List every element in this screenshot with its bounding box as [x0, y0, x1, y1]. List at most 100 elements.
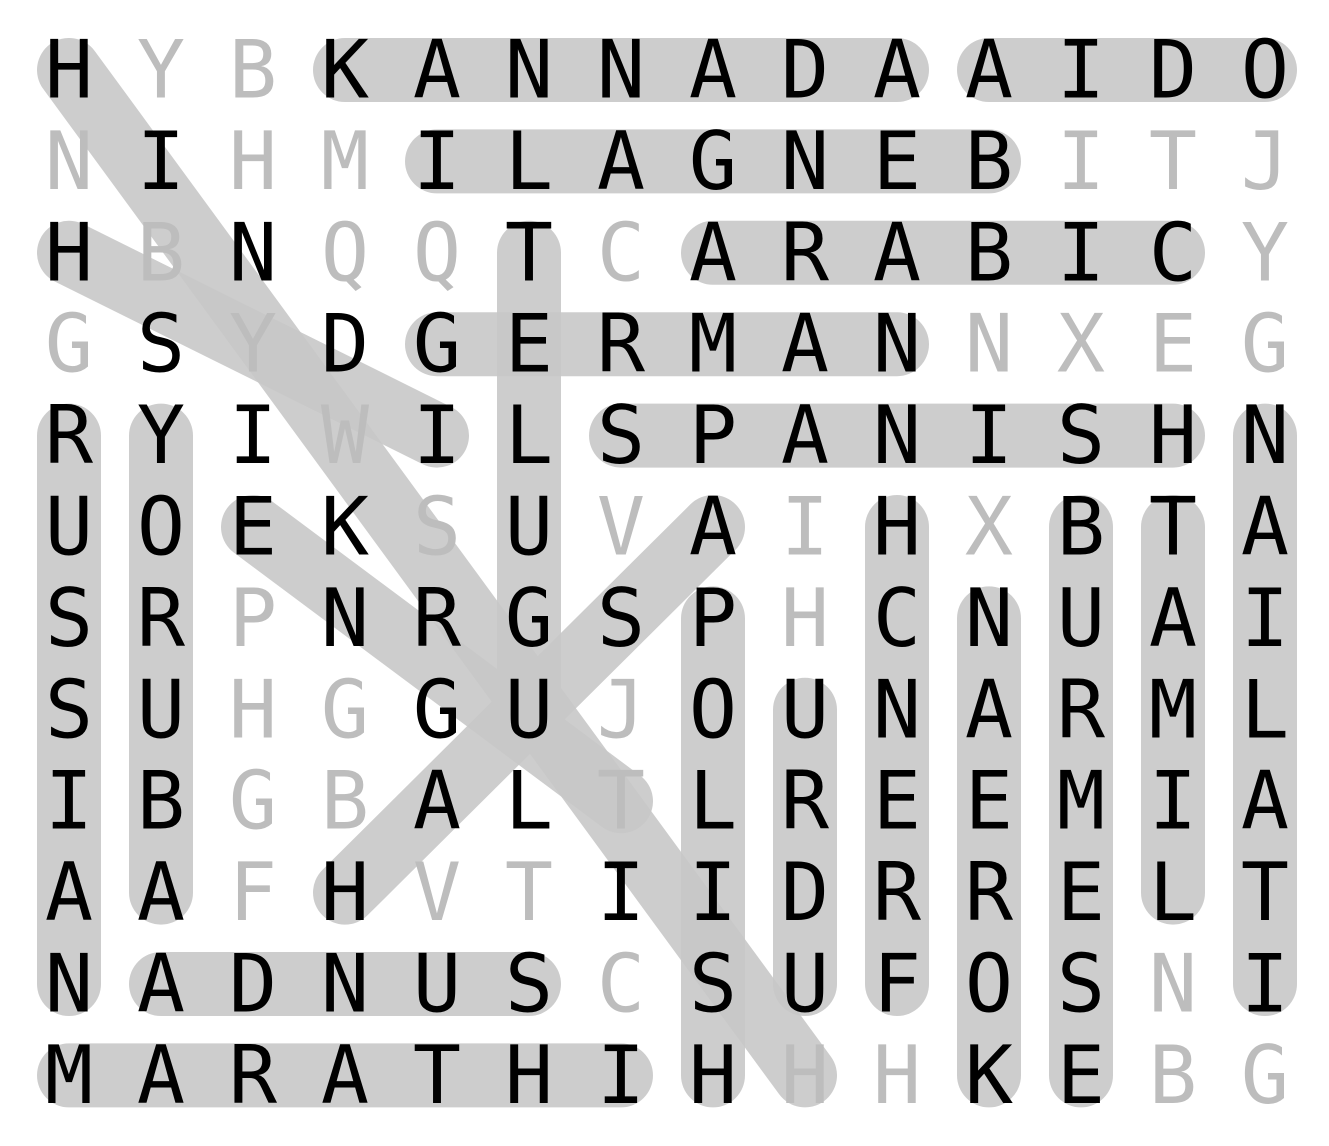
- grid-cell[interactable]: H: [1149, 389, 1197, 482]
- grid-cell[interactable]: Y: [229, 298, 277, 391]
- grid-cell[interactable]: I: [45, 755, 93, 848]
- grid-cell[interactable]: A: [1241, 755, 1289, 848]
- grid-cell[interactable]: T: [1149, 115, 1197, 208]
- grid-cell[interactable]: E: [1057, 1029, 1105, 1122]
- grid-cell[interactable]: H: [321, 846, 369, 939]
- grid-cell[interactable]: S: [689, 938, 737, 1031]
- grid-cell[interactable]: B: [321, 755, 369, 848]
- grid-cell[interactable]: A: [965, 663, 1013, 756]
- grid-cell[interactable]: M: [45, 1029, 93, 1122]
- grid-cell[interactable]: U: [413, 938, 461, 1031]
- grid-cell[interactable]: X: [965, 481, 1013, 574]
- grid-cell[interactable]: A: [689, 24, 737, 117]
- grid-cell[interactable]: S: [1057, 389, 1105, 482]
- grid-cell[interactable]: O: [689, 663, 737, 756]
- grid-cell[interactable]: H: [505, 1029, 553, 1122]
- grid-cell[interactable]: L: [1241, 663, 1289, 756]
- grid-cell[interactable]: S: [597, 572, 645, 665]
- grid-cell[interactable]: H: [781, 572, 829, 665]
- grid-cell[interactable]: U: [781, 938, 829, 1031]
- grid-cell[interactable]: H: [781, 1029, 829, 1122]
- grid-cell[interactable]: D: [1149, 24, 1197, 117]
- grid-cell[interactable]: E: [505, 298, 553, 391]
- grid-cell[interactable]: V: [597, 481, 645, 574]
- grid-cell[interactable]: N: [873, 389, 921, 482]
- grid-cell[interactable]: R: [1057, 663, 1106, 756]
- grid-cell[interactable]: A: [689, 206, 737, 299]
- grid-cell[interactable]: I: [413, 389, 461, 482]
- grid-cell[interactable]: D: [781, 846, 829, 939]
- grid-cell[interactable]: Q: [321, 206, 369, 299]
- grid-cell[interactable]: I: [597, 1029, 645, 1122]
- grid-cell[interactable]: V: [413, 846, 461, 939]
- grid-cell[interactable]: N: [229, 206, 277, 299]
- grid-cell[interactable]: N: [45, 938, 93, 1031]
- grid-cell[interactable]: G: [1241, 1029, 1289, 1122]
- grid-cell[interactable]: G: [321, 663, 369, 756]
- grid-cell[interactable]: B: [137, 755, 185, 848]
- grid-cell[interactable]: P: [689, 572, 737, 665]
- grid-cell[interactable]: A: [321, 1029, 369, 1122]
- grid-cell[interactable]: H: [873, 481, 921, 574]
- grid-cell[interactable]: R: [229, 1029, 278, 1122]
- grid-cell[interactable]: U: [137, 663, 185, 756]
- grid-cell[interactable]: I: [229, 389, 277, 482]
- grid-cell[interactable]: R: [965, 846, 1014, 939]
- grid-cell[interactable]: B: [1057, 481, 1105, 574]
- grid-cell[interactable]: G: [505, 572, 553, 665]
- grid-cell[interactable]: B: [965, 206, 1013, 299]
- grid-cell[interactable]: J: [1241, 115, 1289, 208]
- grid-cell[interactable]: O: [1241, 24, 1289, 117]
- grid-cell[interactable]: A: [137, 1029, 185, 1122]
- grid-cell[interactable]: M: [321, 115, 369, 208]
- grid-cell[interactable]: E: [229, 481, 277, 574]
- grid-cell[interactable]: L: [505, 755, 553, 848]
- grid-cell[interactable]: N: [597, 24, 645, 117]
- grid-cell[interactable]: A: [781, 298, 829, 391]
- grid-cell[interactable]: M: [689, 298, 737, 391]
- grid-cell[interactable]: I: [781, 481, 829, 574]
- grid-cell[interactable]: A: [137, 846, 185, 939]
- grid-cell[interactable]: D: [781, 24, 829, 117]
- grid-cell[interactable]: N: [781, 115, 829, 208]
- grid-cell[interactable]: G: [413, 298, 461, 391]
- grid-cell[interactable]: H: [229, 115, 277, 208]
- grid-cell[interactable]: Y: [137, 24, 185, 117]
- grid-cell[interactable]: F: [873, 938, 921, 1031]
- grid-cell[interactable]: W: [321, 389, 370, 482]
- grid-cell[interactable]: S: [45, 572, 93, 665]
- grid-cell[interactable]: S: [137, 298, 185, 391]
- grid-cell[interactable]: E: [873, 755, 921, 848]
- grid-cell[interactable]: N: [321, 938, 369, 1031]
- grid-cell[interactable]: N: [965, 298, 1013, 391]
- grid-cell[interactable]: I: [137, 115, 185, 208]
- grid-cell[interactable]: E: [1149, 298, 1197, 391]
- grid-cell[interactable]: O: [137, 481, 185, 574]
- grid-cell[interactable]: H: [45, 206, 93, 299]
- grid-cell[interactable]: U: [45, 481, 93, 574]
- grid-cell[interactable]: A: [965, 24, 1013, 117]
- grid-cell[interactable]: R: [413, 572, 462, 665]
- grid-cell[interactable]: T: [1241, 846, 1289, 939]
- grid-cell[interactable]: N: [45, 115, 93, 208]
- grid-cell[interactable]: T: [1149, 481, 1197, 574]
- grid-cell[interactable]: G: [45, 298, 93, 391]
- grid-cell[interactable]: A: [873, 24, 921, 117]
- grid-cell[interactable]: K: [965, 1029, 1013, 1122]
- grid-cell[interactable]: I: [597, 846, 645, 939]
- grid-cell[interactable]: E: [965, 755, 1013, 848]
- grid-cell[interactable]: C: [1149, 206, 1197, 299]
- grid-cell[interactable]: T: [505, 846, 553, 939]
- grid-cell[interactable]: U: [781, 663, 829, 756]
- grid-cell[interactable]: A: [1241, 481, 1289, 574]
- grid-cell[interactable]: C: [597, 938, 645, 1031]
- grid-cell[interactable]: U: [1057, 572, 1105, 665]
- grid-cell[interactable]: P: [689, 389, 737, 482]
- grid-cell[interactable]: A: [1149, 572, 1197, 665]
- grid-cell[interactable]: S: [505, 938, 553, 1031]
- grid-cell[interactable]: T: [413, 1029, 461, 1122]
- grid-cell[interactable]: L: [1149, 846, 1197, 939]
- grid-cell[interactable]: H: [45, 24, 93, 117]
- grid-cell[interactable]: A: [873, 206, 921, 299]
- grid-cell[interactable]: B: [965, 115, 1013, 208]
